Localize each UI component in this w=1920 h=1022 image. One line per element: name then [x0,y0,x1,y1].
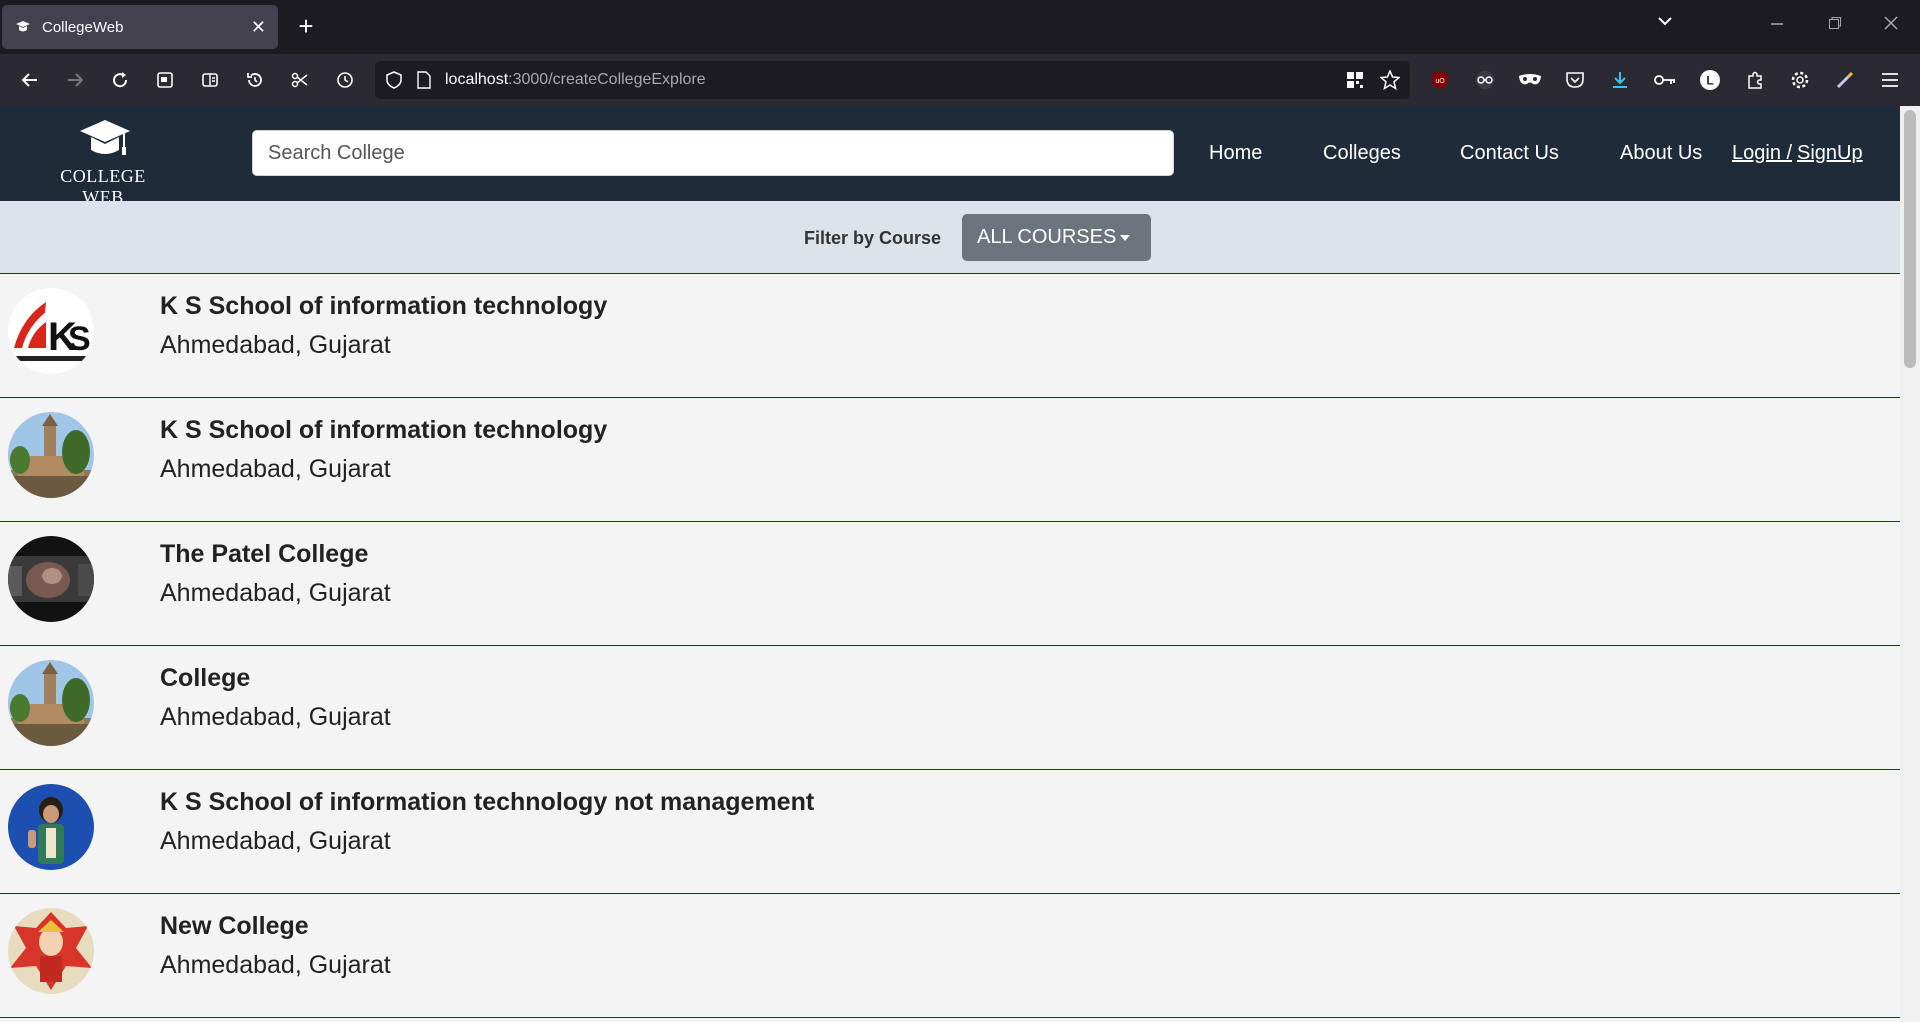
bookmark-star-icon[interactable] [1380,70,1400,90]
svg-text:uO: uO [1435,78,1445,85]
clock-icon[interactable] [332,67,358,93]
college-avatar-dark-photo [8,536,94,622]
college-location: Ahmedabad, Gujarat [160,703,391,731]
filter-bar: Filter by Course ALL COURSES [0,201,1900,274]
caret-down-icon [1120,234,1131,241]
college-avatar-anime-character [8,908,94,994]
college-name[interactable]: K S School of information technology [160,416,607,445]
browser-tab[interactable]: CollegeWeb ✕ [2,5,278,49]
site-navbar: COLLEGE WEB Home Colleges Contact Us Abo… [0,106,1900,207]
restore-icon[interactable] [1828,14,1842,35]
forward-arrow-icon[interactable] [62,67,88,93]
pocket-icon[interactable] [1563,68,1587,92]
college-location: Ahmedabad, Gujarat [160,579,391,607]
college-location: Ahmedabad, Gujarat [160,827,391,855]
college-name[interactable]: K S School of information technology [160,292,607,321]
scrollbar-thumb[interactable] [1904,110,1916,368]
glasses-extension-icon[interactable] [1473,68,1497,92]
college-location: Ahmedabad, Gujarat [160,951,391,979]
college-list-item[interactable]: K S School of information technology Ahm… [0,398,1900,522]
scissors-icon[interactable] [287,67,313,93]
close-window-icon[interactable] [1884,14,1898,35]
college-name[interactable]: K S School of information technology not… [160,788,814,817]
settings-gear-icon[interactable] [1788,68,1812,92]
reload-icon[interactable] [107,67,133,93]
college-name[interactable]: New College [160,912,309,941]
nav-about-link[interactable]: About Us [1620,142,1702,165]
college-avatar-tower-building [8,660,94,746]
college-list-item[interactable]: New College Ahmedabad, Gujarat [0,894,1900,1018]
college-list-item[interactable]: K S School of information technology not… [0,770,1900,894]
college-avatar-person-blue [8,784,94,870]
college-name[interactable]: College [160,664,250,693]
minimize-icon[interactable] [1770,14,1784,35]
list-all-tabs-chevron-icon[interactable] [1657,14,1673,32]
url-host: localhost [445,71,509,88]
nav-signup-link[interactable]: SignUp [1797,142,1863,165]
graduation-cap-logo-icon [80,120,130,155]
college-list: K S K S School of information technology… [0,274,1900,1018]
tab-title: CollegeWeb [42,18,124,36]
address-bar[interactable]: localhost:3000/createCollegeExplore [375,61,1410,99]
nav-colleges-link[interactable]: Colleges [1323,142,1401,165]
url-path: :3000/createCollegeExplore [508,71,706,88]
search-college-input[interactable] [252,130,1174,176]
svg-text:S: S [68,320,91,358]
menu-hamburger-icon[interactable] [1878,68,1902,92]
nav-contact-link[interactable]: Contact Us [1460,142,1559,165]
reader-view-icon[interactable] [197,67,223,93]
college-location: Ahmedabad, Gujarat [160,455,391,483]
nav-login-link[interactable]: Login / [1732,142,1792,165]
qr-code-icon[interactable] [1346,71,1364,89]
new-tab-button[interactable]: + [290,11,322,43]
college-list-item[interactable]: The Patel College Ahmedabad, Gujarat [0,522,1900,646]
college-location: Ahmedabad, Gujarat [160,331,391,359]
graduation-cap-favicon-icon [14,18,32,36]
download-icon[interactable] [1608,68,1632,92]
college-list-item[interactable]: College Ahmedabad, Gujarat [0,646,1900,770]
back-arrow-icon[interactable] [17,67,43,93]
history-back-icon[interactable] [242,67,268,93]
ublock-icon[interactable]: uO [1428,68,1452,92]
nav-home-link[interactable]: Home [1209,142,1262,165]
extensions-puzzle-icon[interactable] [1743,68,1767,92]
tab-close-icon[interactable]: ✕ [251,17,266,38]
page-icon [417,71,431,89]
college-list-item[interactable]: K S K S School of information technology… [0,274,1900,398]
mask-icon[interactable] [1518,68,1542,92]
color-picker-icon[interactable] [1833,68,1857,92]
college-avatar-tower-building [8,412,94,498]
shield-icon[interactable] [385,71,403,89]
filter-label: Filter by Course [804,228,942,248]
course-filter-dropdown[interactable]: ALL COURSES [962,214,1151,261]
browser-tab-bar: CollegeWeb ✕ + [0,0,1920,54]
screenshot-icon[interactable] [152,67,178,93]
college-name[interactable]: The Patel College [160,540,368,569]
filter-button-label: ALL COURSES [977,226,1117,248]
key-icon[interactable] [1653,68,1677,92]
college-avatar-ks-logo: K S [8,288,94,374]
account-l-icon[interactable]: L [1698,68,1722,92]
college-web-logo[interactable]: COLLEGE WEB [38,118,168,207]
svg-text:L: L [1706,74,1713,88]
page-scrollbar[interactable] [1900,106,1920,1022]
